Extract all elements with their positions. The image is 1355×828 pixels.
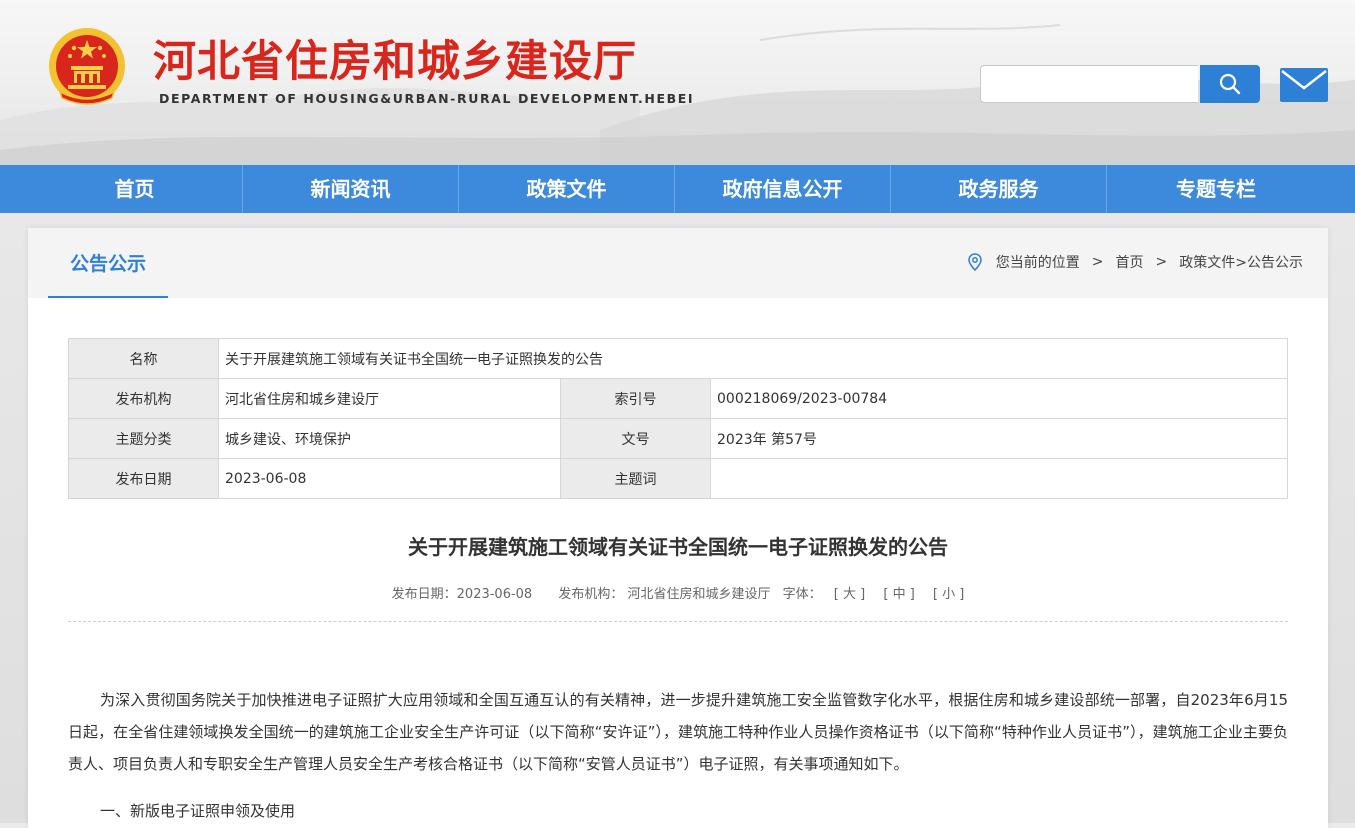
meta-label-docno: 文号 (560, 418, 711, 459)
table-row: 发布机构 河北省住房和城乡建设厅 索引号 000218069/2023-0078… (68, 378, 1288, 419)
meta-value-keyword (710, 458, 1288, 499)
font-size-large-button[interactable]: [ 大 ] (834, 587, 865, 602)
breadcrumb-prefix: 您当前的位置 (995, 255, 1080, 271)
nav-item-services[interactable]: 政务服务 (891, 165, 1107, 213)
breadcrumb: 您当前的位置 > 首页 > 政策文件>公告公示 (968, 252, 1303, 272)
search-input[interactable] (980, 65, 1198, 103)
nav-item-news[interactable]: 新闻资讯 (243, 165, 459, 213)
section-title[interactable]: 公告公示 (48, 228, 168, 298)
meta-value-publisher: 河北省住房和城乡建设厅 (218, 378, 561, 419)
article-publish-date: 发布日期：2023-06-08 (391, 587, 533, 602)
search-icon (1219, 73, 1241, 95)
breadcrumb-separator: > (1155, 254, 1168, 270)
site-subtitle: DEPARTMENT OF HOUSING&URBAN-RURAL DEVELO… (159, 91, 695, 106)
section-header-bar: 公告公示 您当前的位置 > 首页 > 政策文件>公告公示 (28, 228, 1328, 298)
meta-value-name: 关于开展建筑施工领域有关证书全国统一电子证照换发的公告 (218, 338, 1288, 379)
national-emblem-logo (49, 28, 125, 105)
meta-label-name: 名称 (68, 338, 219, 379)
breadcrumb-home-link[interactable]: 首页 (1116, 252, 1144, 272)
meta-value-index: 000218069/2023-00784 (710, 378, 1288, 419)
mail-button[interactable] (1280, 68, 1328, 102)
nav-item-gov-info[interactable]: 政府信息公开 (675, 165, 891, 213)
divider (68, 621, 1288, 622)
nav-item-policy[interactable]: 政策文件 (459, 165, 675, 213)
meta-label-topic: 主题分类 (68, 418, 219, 459)
location-pin-icon (968, 253, 982, 271)
mail-icon (1281, 70, 1327, 90)
meta-value-docno: 2023年 第57号 (710, 418, 1288, 459)
breadcrumb-path-link[interactable]: 政策文件>公告公示 (1179, 252, 1303, 272)
site-title: 河北省住房和城乡建设厅 (153, 37, 637, 87)
site-header: 河北省住房和城乡建设厅 DEPARTMENT OF HOUSING&URBAN-… (0, 0, 1355, 165)
document-meta-table: 名称 关于开展建筑施工领域有关证书全国统一电子证照换发的公告 发布机构 河北省住… (68, 338, 1288, 499)
table-row: 名称 关于开展建筑施工领域有关证书全国统一电子证照换发的公告 (68, 338, 1288, 379)
meta-value-topic: 城乡建设、环境保护 (218, 418, 561, 459)
article-title: 关于开展建筑施工领域有关证书全国统一电子证照换发的公告 (408, 535, 948, 559)
meta-label-date: 发布日期 (68, 458, 219, 499)
meta-label-index: 索引号 (560, 378, 711, 419)
nav-item-home[interactable]: 首页 (27, 165, 243, 213)
main-nav: 首页 新闻资讯 政策文件 政府信息公开 政务服务 专题专栏 (0, 165, 1355, 213)
article-heading: 一、新版电子证照申领及使用 (100, 802, 296, 820)
breadcrumb-separator: > (1091, 254, 1104, 270)
article-info-bar: 发布日期：2023-06-08 发布机构： 河北省住房和城乡建设厅 字体： [ … (28, 583, 1328, 602)
meta-value-date: 2023-06-08 (218, 458, 561, 499)
article-publisher: 发布机构： 河北省住房和城乡建设厅 (558, 587, 771, 602)
table-row: 主题分类 城乡建设、环境保护 文号 2023年 第57号 (68, 418, 1288, 459)
article-paragraph: 为深入贯彻国务院关于加快推进电子证照扩大应用领域和全国互通互认的有关精神，进一步… (68, 691, 1288, 773)
font-size-small-button[interactable]: [ 小 ] (933, 587, 964, 602)
table-row: 发布日期 2023-06-08 主题词 (68, 458, 1288, 499)
meta-label-publisher: 发布机构 (68, 378, 219, 419)
nav-item-topics[interactable]: 专题专栏 (1107, 165, 1325, 213)
content-card: 公告公示 您当前的位置 > 首页 > 政策文件>公告公示 名称 关于开展建筑施工… (28, 228, 1328, 828)
meta-label-keyword: 主题词 (560, 458, 711, 499)
font-size-label: 字体： (782, 587, 822, 602)
font-size-medium-button[interactable]: [ 中 ] (883, 587, 914, 602)
search-button[interactable] (1200, 65, 1260, 103)
